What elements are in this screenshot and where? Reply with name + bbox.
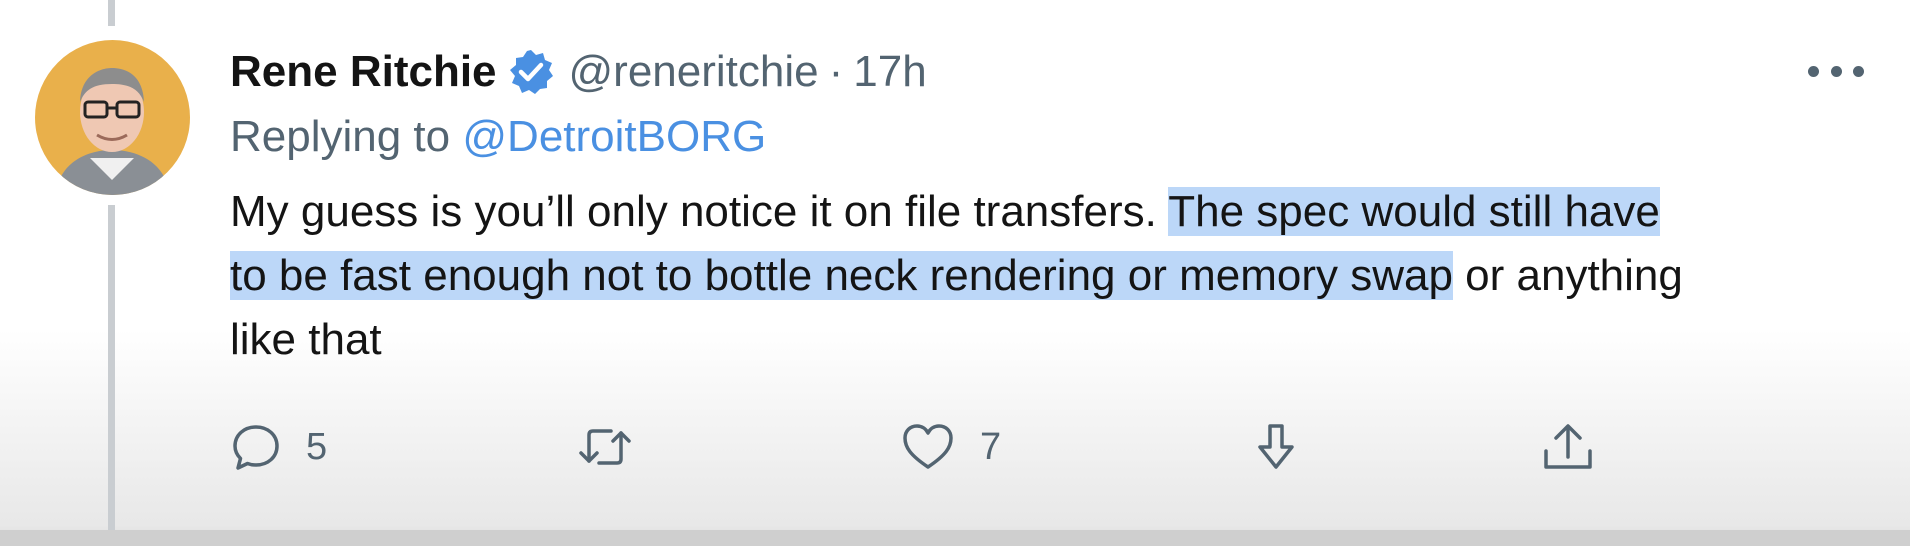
reply-count: 5: [306, 425, 328, 468]
reply-button[interactable]: 5: [230, 415, 327, 479]
share-icon: [1540, 421, 1596, 473]
heart-icon: [900, 421, 956, 473]
text-plain: My guess is you’ll only notice it on fil…: [230, 187, 1169, 236]
like-count: 7: [980, 425, 1002, 468]
tweet-actions: 5 7: [230, 415, 1650, 479]
more-dots-icon[interactable]: [1808, 56, 1864, 86]
bookmark-button[interactable]: [1250, 415, 1302, 479]
tweet-timestamp[interactable]: 17h: [853, 47, 926, 97]
replying-to-mention[interactable]: @DetroitBORG: [462, 112, 766, 161]
tweet-text-line-1: My guess is you’ll only notice it on fil…: [230, 180, 1660, 244]
text-highlight: to be fast enough not to bottle neck ren…: [230, 251, 1453, 300]
retweet-button[interactable]: [575, 415, 635, 479]
author-handle[interactable]: @reneritchie: [569, 47, 819, 97]
reply-bubble-icon: [230, 421, 282, 473]
header-separator: ·: [828, 47, 844, 96]
replying-to: Replying to @DetroitBORG: [230, 112, 766, 162]
verified-badge-icon: [507, 48, 555, 96]
tweet-text-line-2: to be fast enough not to bottle neck ren…: [230, 244, 1683, 308]
text-plain: like that: [230, 315, 382, 364]
thread-line-bottom: [108, 205, 115, 532]
bookmark-arrow-icon: [1250, 421, 1302, 473]
retweet-icon: [575, 421, 635, 473]
like-button[interactable]: 7: [900, 415, 1001, 479]
replying-to-label: Replying to: [230, 112, 451, 161]
author-name[interactable]: Rene Ritchie: [230, 47, 497, 97]
tweet-header: Rene Ritchie @reneritchie · 17h: [230, 42, 927, 102]
share-button[interactable]: [1540, 415, 1596, 479]
thread-line-top: [108, 0, 115, 26]
tweet-text-line-3: like that: [230, 308, 382, 372]
text-highlight: The spec would still have: [1168, 187, 1660, 236]
avatar[interactable]: [35, 40, 190, 195]
bottom-divider: [0, 530, 1910, 546]
text-plain: or anything: [1452, 251, 1683, 300]
